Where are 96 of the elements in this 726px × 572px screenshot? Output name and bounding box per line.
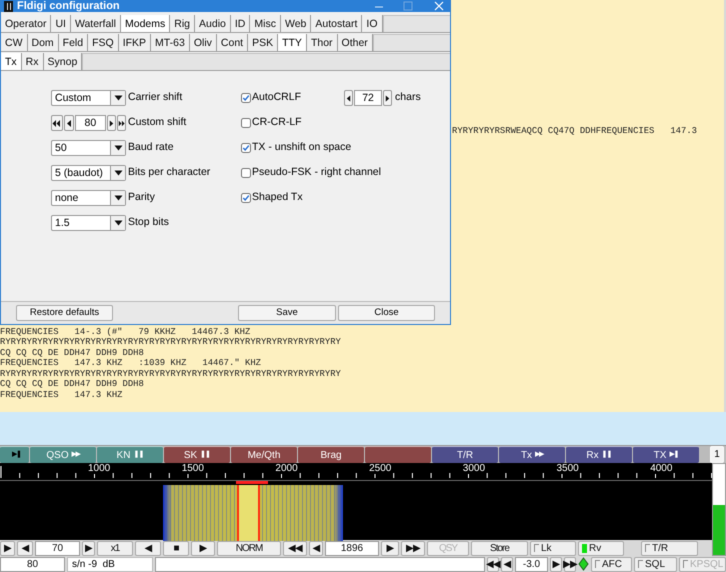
control-button[interactable]: ◀ [501, 556, 513, 572]
macro-button[interactable]: T/R [432, 446, 498, 463]
caret-icon [114, 95, 122, 101]
fast-step-button[interactable] [51, 115, 63, 131]
signal-noise-readout: s/n -9 dB [67, 556, 153, 572]
waterfall-drawing[interactable] [0, 480, 712, 540]
arrow-right-icon [384, 94, 392, 102]
tab[interactable]: Tx [1, 53, 22, 70]
input-field[interactable]: -3.0 [515, 556, 548, 572]
input-field[interactable]: 80 [0, 556, 65, 572]
dialog-button[interactable]: Save [238, 305, 336, 321]
ruler-label: 4000 [649, 463, 672, 474]
received-text-line: CQ CQ CQ DE DDH47 DDH9 DDH8 [0, 379, 144, 390]
setting-label: Baud rate [128, 140, 174, 156]
input-field[interactable]: 72 [354, 90, 382, 106]
frequency-ruler[interactable]: 1000 1500 2000 2500 3000 3500 4000 [0, 463, 712, 480]
control-button[interactable]: Store [471, 540, 528, 556]
dropdown[interactable]: none [51, 190, 126, 206]
macro-button[interactable] [365, 446, 431, 463]
fast-step-button[interactable] [117, 115, 126, 131]
received-text-line: FREQUENCIES 147.3 KHZ :1039 KHZ 14467." KHZ [0, 358, 261, 368]
app-icon [4, 0, 13, 12]
step-button[interactable] [107, 115, 116, 131]
received-text-line: RYRYRYRYRYRYRYRYRYRYRYRYRYRYRYRYRYRYRYRYRYRYRYRYRYRYRYRYRYRYRYRY [0, 368, 341, 379]
input-field[interactable]: 1896 [325, 540, 379, 556]
input-field[interactable]: 70 [35, 540, 80, 556]
control-button[interactable]: ▶ [381, 540, 399, 556]
window-title: Fldigi configuration [17, 0, 120, 12]
dialog-button[interactable]: Restore defaults [16, 305, 113, 321]
control-button[interactable]: ■ [163, 540, 189, 556]
ruler-label: 3500 [556, 463, 579, 474]
control-button[interactable]: ▶ [82, 540, 95, 556]
caret-icon [114, 170, 122, 176]
step-button[interactable] [64, 115, 74, 131]
control-button[interactable]: ◀ [17, 540, 33, 556]
toggle-button[interactable]: Rv [578, 540, 624, 556]
tab[interactable]: TTY [278, 34, 307, 51]
macro-button[interactable]: 1 [710, 446, 724, 463]
arrow-left-icon [345, 94, 352, 102]
control-button[interactable]: NORM [217, 540, 281, 556]
double-arrow-left-icon [52, 118, 62, 128]
received-text-line: CQ CQ CQ DE DDH47 DDH9 DDH8 [0, 348, 144, 358]
control-button[interactable]: ◀◀ [487, 556, 499, 572]
tab[interactable]: Modems [120, 15, 170, 32]
arrow-left-icon [64, 118, 73, 128]
ruler-label: 1000 [87, 463, 110, 474]
input-field[interactable] [155, 556, 485, 572]
setting-label: Custom shift [128, 115, 186, 130]
dropdown[interactable]: 50 [51, 140, 126, 156]
control-button[interactable]: ◀ [135, 540, 161, 556]
macro-button[interactable]: Brag [298, 446, 364, 463]
dialog-button[interactable]: Close [338, 305, 435, 321]
close-icon [434, 1, 444, 11]
toggle-button[interactable]: AFC [591, 556, 632, 572]
received-text-line: FREQUENCIES 147.3 KHZ [0, 390, 122, 400]
checkbox[interactable]: TX - unshift on space [241, 140, 352, 156]
dropdown[interactable]: Custom [51, 90, 126, 106]
step-button[interactable] [344, 90, 354, 106]
control-button[interactable]: ▶▶ [401, 540, 425, 556]
input-field[interactable]: 80 [74, 115, 106, 131]
caret-icon [114, 220, 122, 226]
step-button[interactable] [383, 90, 392, 106]
arrow-right-icon [108, 118, 115, 128]
double-arrow-right-icon [118, 118, 125, 128]
ruler-label: 3000 [462, 463, 486, 474]
control-button[interactable]: ◀◀ [283, 540, 307, 556]
toggle-button[interactable]: SQL [634, 556, 677, 572]
dropdown[interactable]: 5 (baudot) [51, 165, 126, 181]
macro-button[interactable]: Me/Qth [231, 446, 297, 463]
ruler-label: 2500 [368, 463, 392, 474]
checkbox[interactable]: Pseudo-FSK - right channel [241, 165, 381, 181]
checkbox[interactable]: Shaped Tx [241, 190, 303, 206]
control-button[interactable]: ▶▶ [564, 556, 576, 572]
ruler-label: 1500 [180, 463, 204, 474]
dropdown[interactable]: 1.5 [51, 215, 126, 231]
received-text-line: FREQUENCIES 14-.3 (#" 79 KKHZ 14467.3 KHZ [0, 326, 250, 337]
caret-icon [114, 145, 122, 151]
control-button[interactable]: ◀ [309, 540, 323, 556]
control-button[interactable]: x1 [97, 540, 133, 556]
checkbox[interactable]: AutoCRLF [241, 90, 302, 106]
ruler-label: 2000 [274, 463, 298, 474]
toggle-button[interactable]: Lk [530, 540, 576, 556]
setting-label: Stop bits [128, 215, 169, 230]
control-button[interactable]: ▶ [550, 556, 562, 572]
received-text-line: RYRYRYRYRSRWEAQCQ CQ47Q DDHFREQUENCIES 147.3 [452, 126, 697, 136]
maximize-icon [403, 1, 413, 11]
control-button[interactable]: ▶ [0, 540, 15, 556]
setting-label: Parity [128, 190, 155, 206]
caret-icon [114, 195, 122, 201]
setting-label: Bits per character [128, 165, 210, 180]
received-text-line: RYRYRYRYRYRYRYRYRYRYRYRYRYRYRYRYRYRYRYRYRYRYRYRYRYRYRYRYRYRYRYRY [0, 337, 341, 348]
toggle-button[interactable]: T/R [641, 540, 698, 556]
setting-label: Carrier shift [128, 90, 182, 106]
setting-label: chars [395, 90, 421, 106]
checkbox[interactable]: CR-CR-LF [241, 115, 302, 131]
control-button[interactable]: ▶ [191, 540, 215, 556]
